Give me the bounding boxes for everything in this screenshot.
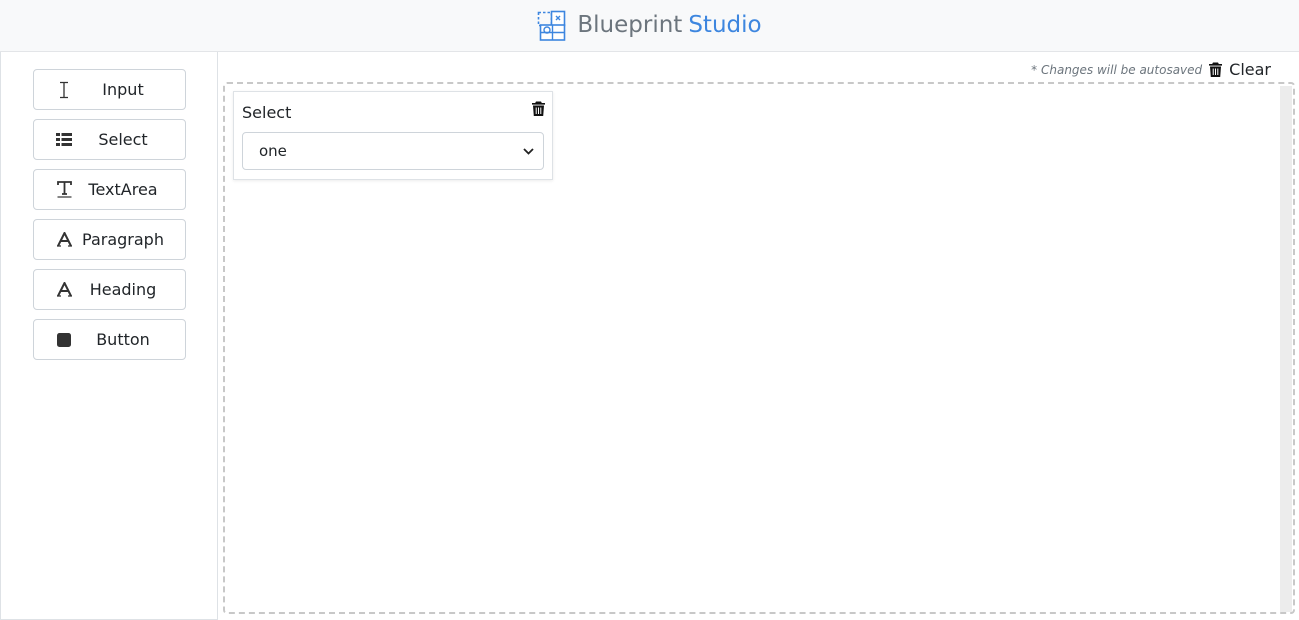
chevron-down-icon (523, 147, 534, 155)
toolbox-item-label: Paragraph (82, 230, 164, 249)
toolbox-item-button[interactable]: Button (33, 319, 186, 360)
toolbox-item-label: Heading (89, 280, 157, 299)
toolbox-item-label: Select (98, 130, 148, 149)
brand-main-text: Blueprint (577, 12, 683, 38)
toolbox-sidebar: Input Select TextArea Paragraph Heading … (0, 52, 218, 620)
form-canvas[interactable]: Select one (223, 82, 1295, 614)
clear-button[interactable]: Clear (1209, 60, 1271, 79)
select-widget[interactable]: Select one (233, 91, 553, 180)
trash-icon[interactable] (532, 101, 545, 116)
square-icon (55, 331, 73, 349)
toolbox-item-paragraph[interactable]: Paragraph (33, 219, 186, 260)
brand-accent-text: Studio (688, 12, 762, 38)
toolbox-item-input[interactable]: Input (33, 69, 186, 110)
autosave-note: * Changes will be autosaved (1031, 62, 1203, 77)
clear-button-label: Clear (1229, 60, 1271, 79)
workspace: * Changes will be autosaved Clear Select… (218, 52, 1299, 620)
toolbox-item-label: TextArea (88, 180, 158, 199)
widget-label: Select (242, 103, 292, 122)
select-value: one (259, 142, 287, 160)
app-header: Blueprint Studio (0, 0, 1299, 52)
toolbox-item-textarea[interactable]: TextArea (33, 169, 186, 210)
blueprint-logo-icon (538, 10, 566, 41)
canvas-scrollbar[interactable] (1280, 86, 1292, 612)
text-cursor-icon (55, 81, 73, 99)
trash-icon (1209, 62, 1223, 77)
font-icon (55, 281, 73, 299)
toolbox-item-label: Button (96, 330, 150, 349)
toolbox-item-select[interactable]: Select (33, 119, 186, 160)
brand[interactable]: Blueprint Studio (537, 10, 762, 42)
widget-select-dropdown[interactable]: one (242, 132, 544, 170)
toolbox-item-heading[interactable]: Heading (33, 269, 186, 310)
workspace-toolbar: * Changes will be autosaved Clear (1031, 60, 1271, 79)
text-format-icon (55, 181, 73, 199)
list-icon (55, 131, 73, 149)
toolbox-item-label: Input (102, 80, 144, 99)
font-icon (55, 231, 73, 249)
